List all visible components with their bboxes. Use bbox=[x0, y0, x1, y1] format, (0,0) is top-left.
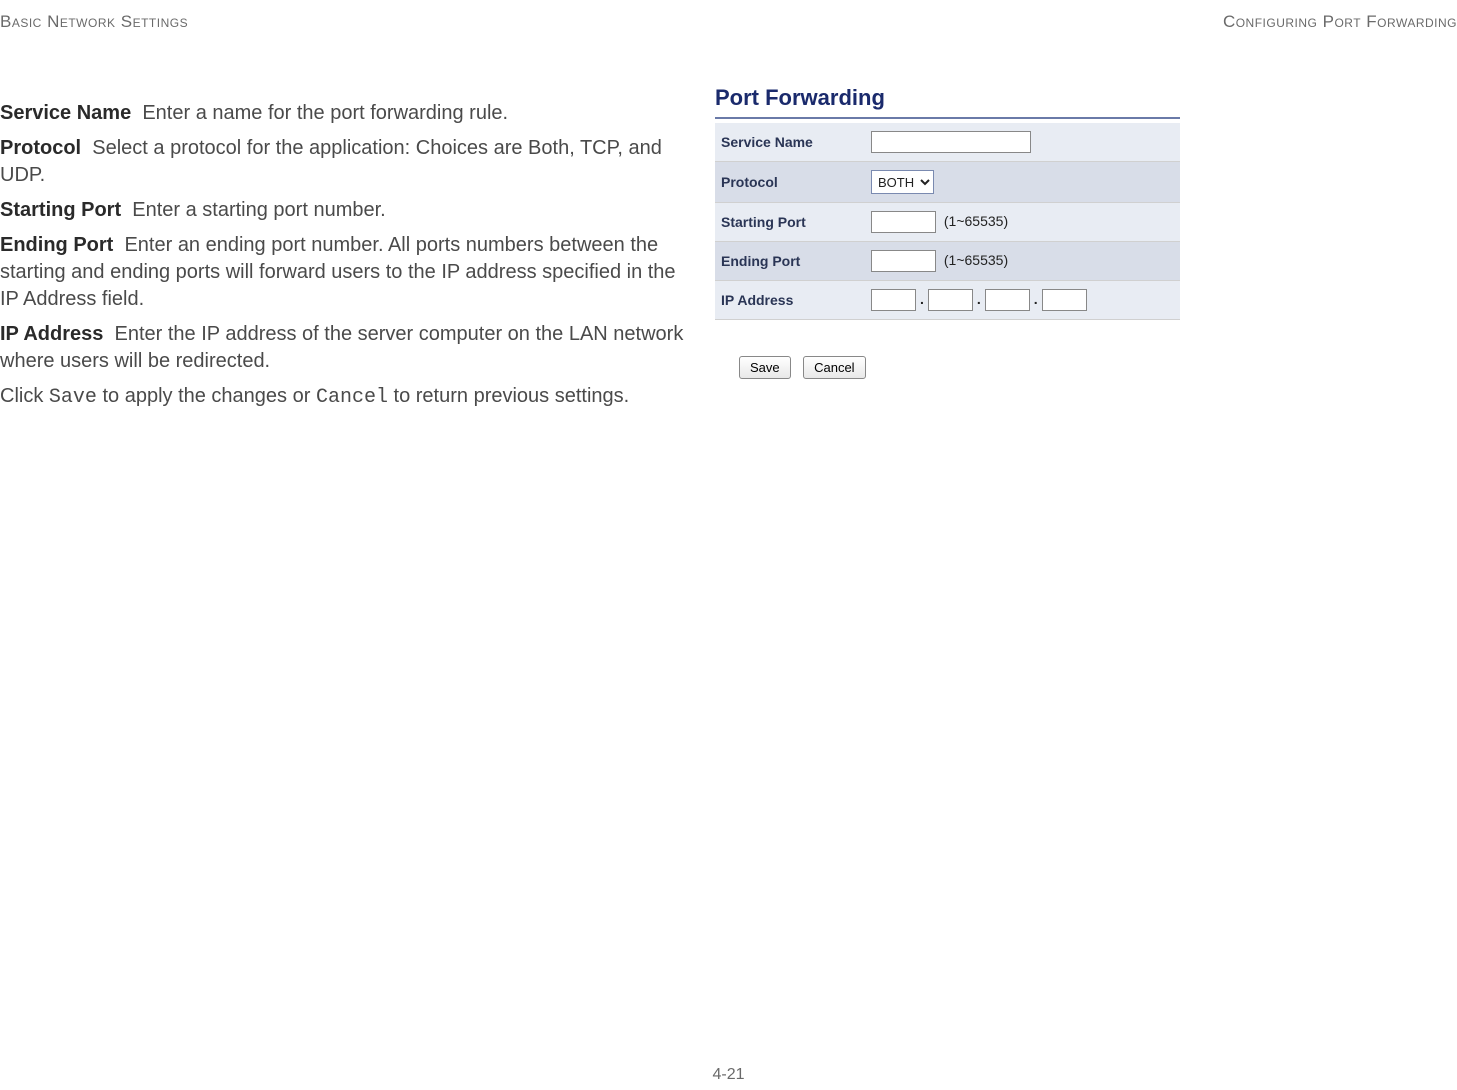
description-column: Service Name Enter a name for the port f… bbox=[0, 100, 695, 419]
protocol-select[interactable]: BOTH bbox=[871, 170, 934, 194]
def-term: Protocol bbox=[0, 137, 81, 159]
service-name-input[interactable] bbox=[871, 131, 1031, 153]
row-starting-port: Starting Port (1~65535) bbox=[715, 203, 1180, 242]
save-button[interactable]: Save bbox=[739, 356, 791, 379]
def-ip-address: IP Address Enter the IP address of the s… bbox=[0, 321, 695, 375]
def-desc: Enter the IP address of the server compu… bbox=[0, 323, 683, 372]
def-starting-port: Starting Port Enter a starting port numb… bbox=[0, 197, 695, 224]
footer-text: to apply the changes or bbox=[97, 385, 316, 407]
page-number: 4-21 bbox=[712, 1066, 744, 1084]
ip-octet-4-input[interactable] bbox=[1042, 289, 1087, 311]
footer-text: Click bbox=[0, 385, 49, 407]
ending-port-hint: (1~65535) bbox=[944, 252, 1008, 268]
header-left: Basic Network Settings bbox=[0, 12, 188, 32]
row-ending-port: Ending Port (1~65535) bbox=[715, 242, 1180, 281]
def-desc: Select a protocol for the application: C… bbox=[0, 137, 662, 186]
label-ending-port: Ending Port bbox=[715, 242, 865, 281]
footer-text: to return previous settings. bbox=[388, 385, 629, 407]
ip-dot: . bbox=[973, 291, 985, 307]
form-table: Service Name Protocol BOTH Starting Port… bbox=[715, 123, 1180, 320]
def-footer: Click Save to apply the changes or Cance… bbox=[0, 383, 695, 411]
panel-title: Port Forwarding bbox=[715, 85, 1180, 119]
cancel-button[interactable]: Cancel bbox=[803, 356, 865, 379]
footer-save-word: Save bbox=[49, 386, 97, 409]
def-term: IP Address bbox=[0, 323, 103, 345]
ip-octet-3-input[interactable] bbox=[985, 289, 1030, 311]
row-service-name: Service Name bbox=[715, 123, 1180, 162]
label-ip-address: IP Address bbox=[715, 281, 865, 320]
header-right: Configuring Port Forwarding bbox=[1223, 12, 1457, 32]
def-service-name: Service Name Enter a name for the port f… bbox=[0, 100, 695, 127]
def-term: Service Name bbox=[0, 102, 131, 124]
ending-port-input[interactable] bbox=[871, 250, 936, 272]
def-desc: Enter a starting port number. bbox=[132, 199, 385, 221]
footer-cancel-word: Cancel bbox=[316, 386, 388, 409]
starting-port-input[interactable] bbox=[871, 211, 936, 233]
button-row: Save Cancel bbox=[715, 356, 1180, 379]
row-protocol: Protocol BOTH bbox=[715, 162, 1180, 203]
port-forwarding-panel: Port Forwarding Service Name Protocol BO… bbox=[715, 85, 1180, 379]
def-ending-port: Ending Port Enter an ending port number.… bbox=[0, 232, 695, 313]
ip-octet-1-input[interactable] bbox=[871, 289, 916, 311]
def-term: Ending Port bbox=[0, 234, 113, 256]
def-protocol: Protocol Select a protocol for the appli… bbox=[0, 135, 695, 189]
label-protocol: Protocol bbox=[715, 162, 865, 203]
starting-port-hint: (1~65535) bbox=[944, 213, 1008, 229]
ip-dot: . bbox=[1030, 291, 1042, 307]
def-desc: Enter a name for the port forwarding rul… bbox=[142, 102, 508, 124]
label-starting-port: Starting Port bbox=[715, 203, 865, 242]
def-term: Starting Port bbox=[0, 199, 121, 221]
ip-octet-2-input[interactable] bbox=[928, 289, 973, 311]
ip-dot: . bbox=[916, 291, 928, 307]
row-ip-address: IP Address ... bbox=[715, 281, 1180, 320]
label-service-name: Service Name bbox=[715, 123, 865, 162]
